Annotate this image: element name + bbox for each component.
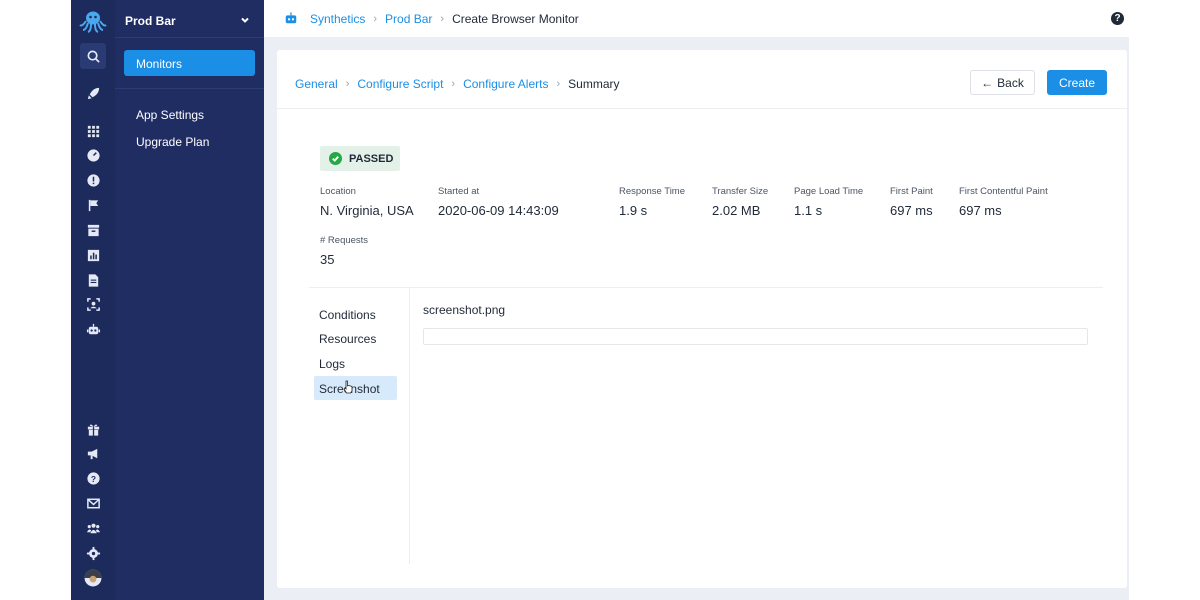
team-icon[interactable]	[81, 516, 105, 540]
metric-value: 697 ms	[890, 203, 933, 218]
breadcrumb-synthetics[interactable]: Synthetics	[310, 12, 365, 26]
step-summary: Summary	[568, 77, 620, 91]
metric-label: # Requests	[320, 235, 369, 246]
chart-icon[interactable]	[81, 243, 105, 267]
screenshot-preview[interactable]	[423, 328, 1088, 345]
octopus-logo-icon[interactable]	[77, 7, 109, 35]
step-configure-script[interactable]: Configure Script	[357, 77, 443, 91]
hand-cursor-icon	[343, 380, 353, 394]
sidebar-item-app-settings[interactable]: App Settings	[136, 108, 204, 122]
app-title[interactable]: Prod Bar	[125, 14, 176, 28]
tabs-divider	[409, 288, 410, 564]
metric-first-contentful-paint: First Contentful Paint 697 ms	[959, 186, 1048, 218]
sidebar-item-upgrade-plan[interactable]: Upgrade Plan	[136, 135, 209, 149]
metric-transfer-size: Transfer Size 2.02 MB	[712, 186, 768, 218]
sidebar-divider	[115, 88, 264, 89]
metric-response-time: Response Time 1.9 s	[619, 186, 685, 218]
help-icon[interactable]: ?	[81, 466, 105, 490]
metric-label: Location	[320, 186, 356, 197]
metric-value: 1.9 s	[619, 203, 648, 218]
tab-resources[interactable]: Resources	[314, 326, 397, 350]
metric-location: Location N. Virginia, USA	[320, 186, 414, 218]
section-divider	[309, 287, 1103, 288]
back-button-label: Back	[997, 75, 1024, 90]
sidebar-divider	[115, 37, 264, 38]
metric-label: Response Time	[619, 186, 686, 197]
metric-value: 35	[320, 252, 335, 267]
summary-card: General › Configure Script › Configure A…	[277, 50, 1127, 588]
gear-icon[interactable]	[81, 541, 105, 565]
status-badge: PASSED	[320, 146, 400, 171]
dashboard-icon[interactable]	[81, 143, 105, 167]
breadcrumb-current: Create Browser Monitor	[452, 12, 579, 26]
header-divider	[277, 108, 1127, 109]
metric-label: Transfer Size	[712, 186, 769, 197]
grid-icon[interactable]	[81, 119, 105, 143]
tab-screenshot[interactable]: Screenshot	[314, 376, 397, 400]
step-configure-alerts[interactable]: Configure Alerts	[463, 77, 548, 91]
metric-label: First Contentful Paint	[959, 186, 1048, 197]
tab-logs[interactable]: Logs	[314, 351, 397, 375]
search-icon[interactable]	[81, 44, 105, 68]
metric-requests: # Requests 35	[320, 235, 368, 267]
metric-first-paint: First Paint 697 ms	[890, 186, 933, 218]
metric-value: 2020-06-09 14:43:09	[438, 203, 559, 218]
chevron-down-icon[interactable]	[239, 13, 251, 25]
arrow-left-icon: ←	[981, 75, 994, 90]
mail-icon[interactable]	[81, 491, 105, 515]
gift-icon[interactable]	[81, 417, 105, 441]
metric-page-load-time: Page Load Time 1.1 s	[794, 186, 863, 218]
flag-icon[interactable]	[81, 193, 105, 217]
status-text: PASSED	[349, 152, 394, 165]
chevron-right-icon: ›	[556, 78, 561, 90]
sidebar-item-monitors[interactable]: Monitors	[124, 50, 255, 76]
help-icon[interactable]: ?	[1111, 12, 1124, 25]
chevron-right-icon: ›	[373, 13, 378, 25]
scan-icon[interactable]	[81, 292, 105, 316]
breadcrumb: Synthetics › Prod Bar › Create Browser M…	[310, 12, 579, 26]
metric-label: Page Load Time	[794, 186, 864, 197]
wizard-steps: General › Configure Script › Configure A…	[295, 77, 620, 91]
inbox-icon[interactable]	[81, 218, 105, 242]
metric-started-at: Started at 2020-06-09 14:43:09	[438, 186, 559, 218]
megaphone-icon[interactable]	[81, 441, 105, 465]
breadcrumb-prod-bar[interactable]: Prod Bar	[385, 12, 432, 26]
icon-rail: ?	[71, 0, 115, 600]
page-gutter	[1129, 0, 1200, 600]
alert-icon[interactable]	[81, 168, 105, 192]
metric-value: N. Virginia, USA	[320, 203, 414, 218]
svg-text:?: ?	[90, 473, 95, 483]
chevron-right-icon: ›	[345, 78, 350, 90]
avatar[interactable]	[81, 566, 105, 590]
metric-label: First Paint	[890, 186, 933, 197]
robot-icon[interactable]	[81, 317, 105, 341]
metric-value: 2.02 MB	[712, 203, 761, 218]
secondary-sidebar: Prod Bar Monitors App Settings Upgrade P…	[115, 0, 264, 600]
check-circle-icon	[329, 152, 342, 165]
screenshot-filename: screenshot.png	[423, 303, 506, 317]
step-general[interactable]: General	[295, 77, 338, 91]
create-button[interactable]: Create	[1047, 70, 1107, 95]
back-button[interactable]: ← Back	[970, 70, 1035, 95]
metric-value: 1.1 s	[794, 203, 823, 218]
rocket-icon[interactable]	[81, 81, 105, 105]
robot-icon	[284, 11, 298, 25]
tab-conditions[interactable]: Conditions	[314, 302, 397, 326]
chevron-right-icon: ›	[440, 13, 445, 25]
metric-value: 697 ms	[959, 203, 1002, 218]
metric-label: Started at	[438, 186, 480, 197]
top-bar: Synthetics › Prod Bar › Create Browser M…	[264, 0, 1129, 37]
chevron-right-icon: ›	[451, 78, 456, 90]
document-icon[interactable]	[81, 268, 105, 292]
